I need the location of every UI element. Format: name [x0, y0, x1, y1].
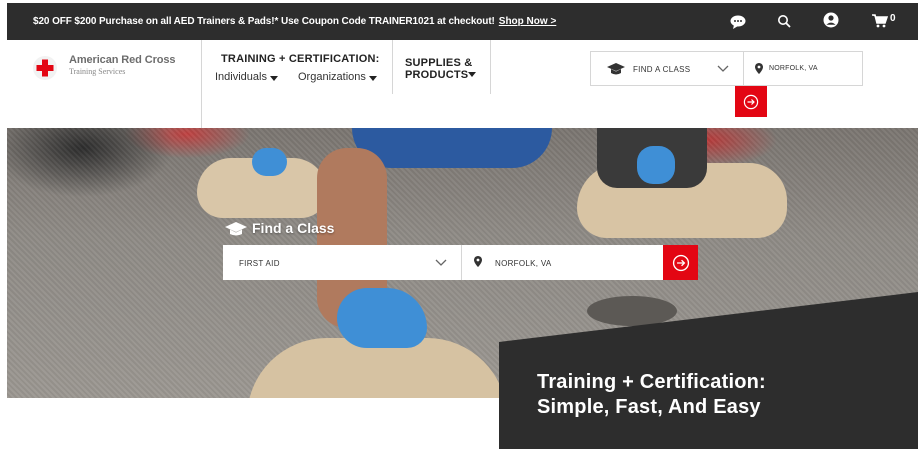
- tagline-line2: Simple, Fast, And Easy: [537, 396, 761, 418]
- caret-down-icon: [468, 72, 476, 77]
- chevron-down-icon[interactable]: [435, 256, 447, 268]
- nav-training-heading: TRAINING + CERTIFICATION:: [221, 53, 380, 65]
- hero-tagline: Training + Certification: Simple, Fast, …: [537, 370, 766, 420]
- nav-divider: [392, 40, 393, 94]
- nav-organizations[interactable]: Organizations: [298, 71, 377, 83]
- arrow-right-circle-icon: [743, 94, 759, 109]
- nav-supplies-line1: SUPPLIES &: [405, 57, 473, 69]
- graduation-cap-icon: [225, 222, 247, 236]
- caret-down-icon: [368, 75, 377, 81]
- nav-individuals[interactable]: Individuals: [215, 71, 278, 83]
- location-pin-icon: [755, 63, 763, 74]
- search-icon[interactable]: [775, 12, 793, 30]
- find-class-title: Find a Class: [252, 220, 335, 236]
- blue-glove-shape: [637, 146, 675, 184]
- nav-organizations-label: Organizations: [298, 71, 366, 83]
- location-pin-icon: [474, 256, 482, 267]
- red-cross-logo-icon[interactable]: [33, 56, 57, 80]
- header-class-select[interactable]: FIND A CLASS: [633, 65, 690, 74]
- arrow-right-circle-icon: [672, 254, 689, 271]
- find-class-form: FIRST AID NORFOLK, VA: [223, 245, 698, 280]
- brand-name: American Red Cross: [69, 54, 176, 66]
- nav-divider: [490, 40, 491, 94]
- blue-glove-shape: [252, 148, 287, 176]
- nav-supplies-line2: PRODUCTS: [405, 69, 469, 81]
- cart-icon[interactable]: [871, 12, 889, 30]
- nav-divider: [201, 40, 202, 128]
- cart-count: 0: [890, 13, 896, 24]
- find-class-submit-button[interactable]: [663, 245, 698, 280]
- header-search-submit-button[interactable]: [735, 86, 767, 117]
- field-divider: [461, 245, 462, 280]
- shop-now-link[interactable]: Shop Now >: [499, 16, 557, 27]
- caret-down-icon: [269, 75, 278, 81]
- nav-individuals-label: Individuals: [215, 71, 267, 83]
- header-find-class-form: FIND A CLASS NORFOLK, VA: [590, 51, 863, 86]
- nav-supplies[interactable]: SUPPLIES & PRODUCTS: [405, 57, 472, 81]
- course-select[interactable]: FIRST AID: [239, 259, 280, 268]
- site-header: American Red Cross Training Services TRA…: [7, 40, 918, 128]
- header-location-input[interactable]: NORFOLK, VA: [769, 65, 818, 72]
- chat-icon[interactable]: [729, 13, 747, 31]
- brand-subtitle: Training Services: [69, 67, 126, 76]
- location-input[interactable]: NORFOLK, VA: [495, 259, 552, 268]
- field-divider: [743, 52, 744, 85]
- promo-text: $20 OFF $200 Purchase on all AED Trainer…: [33, 16, 495, 27]
- chevron-down-icon[interactable]: [717, 62, 729, 74]
- graduation-cap-icon: [607, 63, 625, 75]
- account-icon[interactable]: [822, 11, 840, 29]
- tagline-line1: Training + Certification:: [537, 371, 766, 393]
